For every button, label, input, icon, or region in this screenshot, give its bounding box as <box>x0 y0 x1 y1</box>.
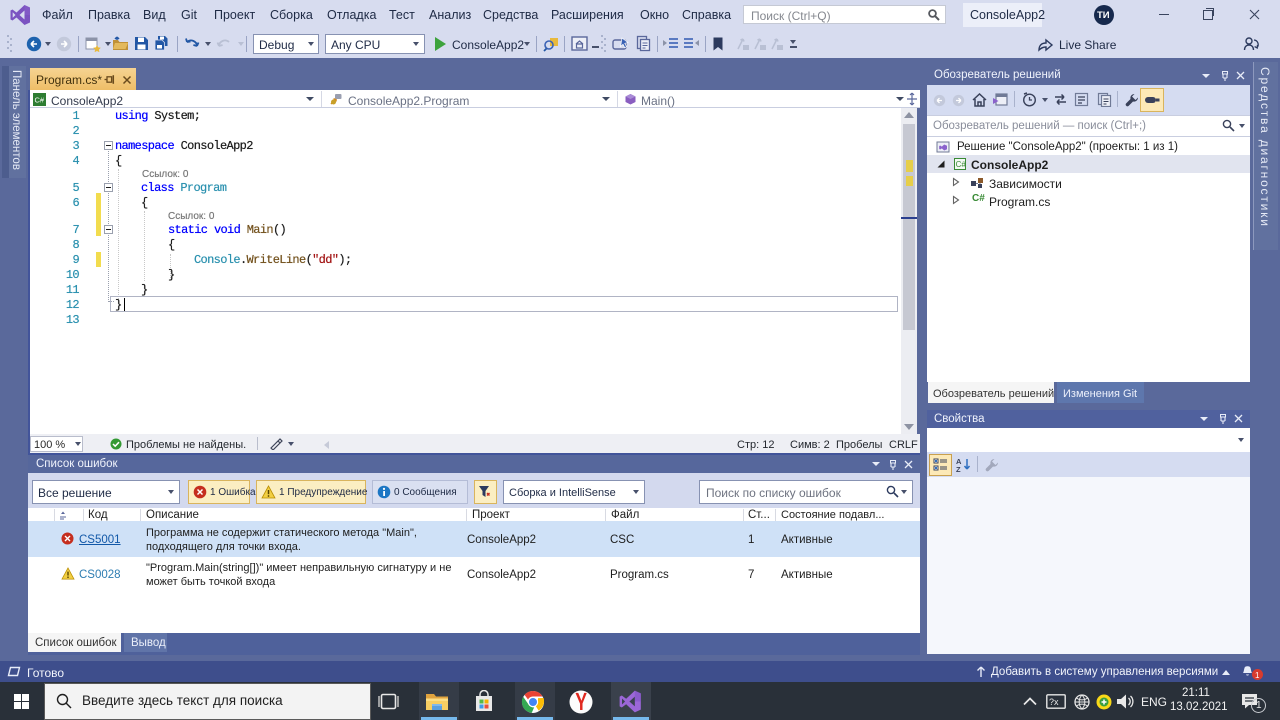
svg-text:?x: ?x <box>1049 697 1059 707</box>
svg-text:Z: Z <box>956 465 961 473</box>
svg-text:C#: C# <box>35 96 45 105</box>
svg-text:C#: C# <box>956 160 967 169</box>
